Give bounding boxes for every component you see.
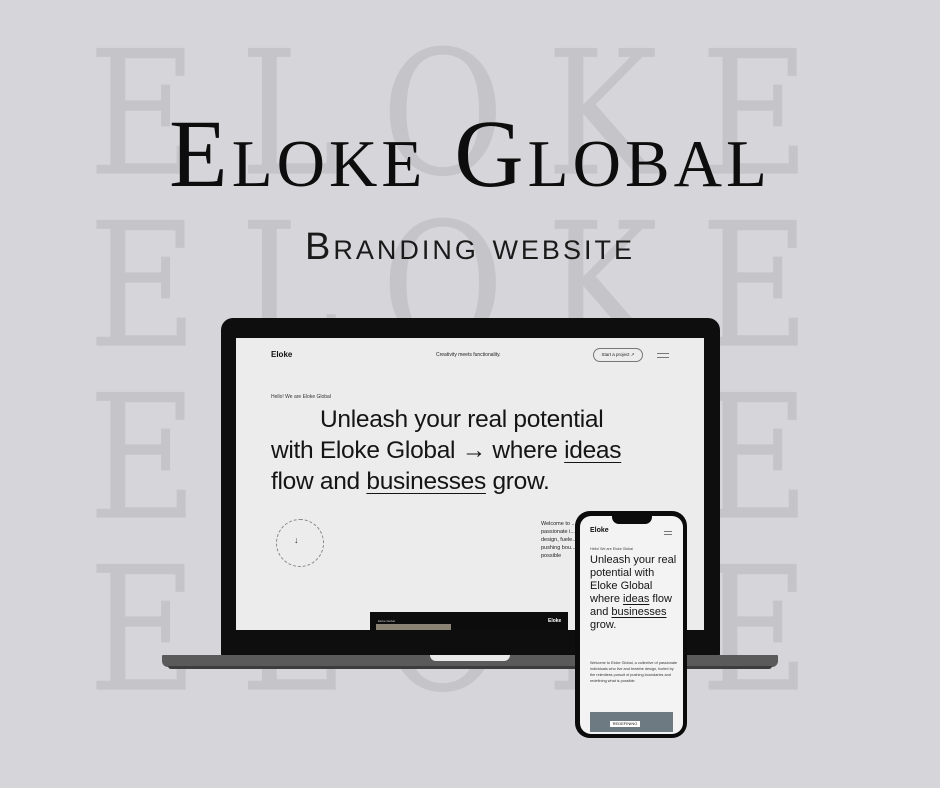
site-logo[interactable]: Eloke <box>271 350 292 359</box>
hero-headline-part: grow. <box>485 468 550 495</box>
page-subtitle: Branding website <box>305 226 635 268</box>
phone-image-label: REDEFINING <box>610 721 640 727</box>
start-project-button[interactable]: Start a project ↗ <box>593 348 643 362</box>
page-title: Eloke Global <box>169 100 771 207</box>
phone-site-logo[interactable]: Eloke <box>590 527 609 534</box>
phone-hamburger-menu-icon[interactable] <box>664 531 672 535</box>
hero-headline-part: with Eloke Global → where <box>271 437 565 464</box>
site-greeting: Hello! We are Eloke Global <box>271 394 331 400</box>
hero-headline-ideas: ideas <box>564 437 622 464</box>
banner-text: Eloke Global <box>378 619 396 623</box>
hamburger-menu-icon[interactable] <box>657 353 669 358</box>
hero-headline-part: Unleash your real potential <box>320 406 604 433</box>
phone-notch <box>612 516 652 524</box>
hero-headline-part: flow and <box>271 468 367 495</box>
phone-headline-part: grow. <box>590 619 617 631</box>
phone-headline-businesses: businesses <box>611 606 667 618</box>
banner-logo: Eloke <box>548 618 562 624</box>
phone-hero-headline: Unleash your real potential with Eloke G… <box>590 554 680 632</box>
arrow-down-icon: ↓ <box>294 535 299 545</box>
hero-headline: Unleash your real potential with Eloke Gl… <box>271 404 671 497</box>
phone-screen: Eloke Hello! We are Eloke Global Unleash… <box>580 516 683 734</box>
phone-headline-ideas: ideas <box>623 593 650 605</box>
hero-headline-businesses: businesses <box>366 468 486 495</box>
site-tagline: Creativity meets functionality. <box>436 352 501 358</box>
banner-image <box>376 624 451 630</box>
scroll-to-discover-badge[interactable] <box>276 519 324 567</box>
phone-welcome-text: Welcome to Eloke Global, a collective of… <box>590 661 678 683</box>
phone-greeting: Hello! We are Eloke Global <box>590 547 634 551</box>
laptop-hinge-notch <box>430 655 510 661</box>
